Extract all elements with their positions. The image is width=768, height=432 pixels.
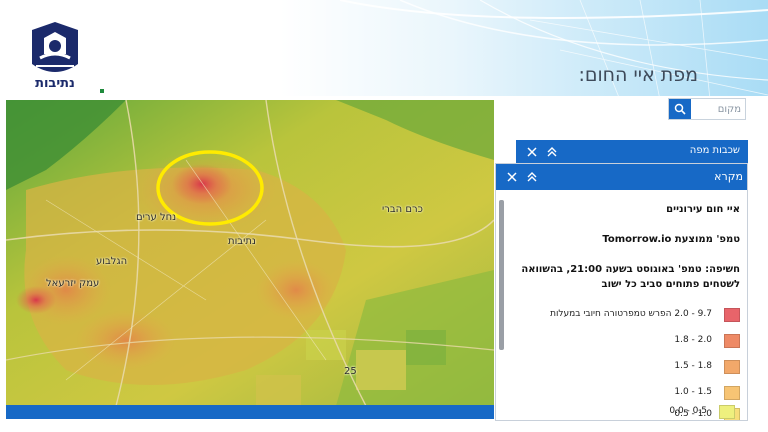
heat-map-canvas[interactable] — [6, 100, 494, 406]
heat-map[interactable]: נתיבות נחל ערים כרם הברי עמק יזרעאל הגלב… — [6, 100, 494, 406]
legend-layer-name: איי חום עירוניים — [666, 204, 740, 215]
legend-item-label: 1.8 - 1.5 — [674, 361, 712, 371]
search-icon — [674, 103, 686, 115]
legend-item: 1.5 - 1.0 — [508, 386, 740, 402]
page-title: מפת איי החום: — [578, 64, 698, 86]
legend-item-label: 1.5 - 1.0 — [674, 387, 712, 397]
layers-collapse-button[interactable] — [544, 144, 560, 160]
decorative-dot — [100, 89, 104, 93]
legend-item: 9.7 - 2.0 הפרש טמפרטורה חיובי במעלות — [508, 308, 740, 324]
legend-panel: מקרא איי חום עירוניים טמפ' ממוצעת Tomorr… — [495, 163, 748, 421]
legend-swatch — [724, 360, 740, 374]
heat-island-map-page: נתיבות מפת איי החום: נתיבות נחל ערים כרם… — [0, 0, 768, 432]
legend-item-label: 9.7 - 2.0 הפרש טמפרטורה חיובי במעלות — [550, 309, 712, 319]
map-label-sw2: הגלבוע — [96, 256, 128, 267]
layers-close-button[interactable] — [524, 144, 540, 160]
map-label-north: נחל ערים — [136, 212, 177, 223]
legend-description: חשיפה: טמפ' באוגוסט בשעה 21:00, בהשוואה … — [521, 264, 740, 290]
map-label-sw1: עמק יזרעאל — [46, 278, 100, 289]
chevron-double-up-icon — [547, 147, 557, 157]
map-bottom-bar — [6, 405, 494, 419]
search-button[interactable] — [669, 99, 691, 119]
legend-swatch — [724, 386, 740, 400]
legend-item-label: 0.5 - 0.0 — [669, 406, 707, 416]
legend-close-button[interactable] — [504, 169, 520, 185]
legend-item: 0.5 - 0.0 — [507, 405, 739, 421]
legend-panel-header: מקרא — [496, 164, 747, 190]
close-icon — [507, 172, 517, 182]
map-label-city: נתיבות — [228, 236, 256, 247]
layers-panel-header: שכבות מפה — [516, 140, 748, 164]
legend-body: איי חום עירוניים טמפ' ממוצעת Tomorrow.io… — [508, 190, 744, 420]
legend-item: 2.0 - 1.8 — [508, 334, 740, 350]
legend-item: 1.8 - 1.5 — [508, 360, 740, 376]
legend-panel-title: מקרא — [714, 170, 743, 183]
logo-text: נתיבות — [35, 76, 75, 91]
map-label-east: כרם הברי — [382, 204, 423, 215]
legend-item-label: 2.0 - 1.8 — [674, 335, 712, 345]
legend-swatch — [724, 334, 740, 348]
legend-swatch — [724, 308, 740, 322]
legend-collapse-button[interactable] — [524, 169, 540, 185]
legend-swatch — [719, 405, 735, 419]
legend-scrollbar[interactable] — [499, 200, 504, 350]
header: נתיבות מפת איי החום: — [0, 0, 768, 100]
chevron-double-up-icon — [527, 172, 537, 182]
layers-panel-title: שכבות מפה — [689, 145, 740, 156]
search-input[interactable] — [691, 99, 745, 119]
close-icon — [527, 147, 537, 157]
map-label-road: 25 — [344, 366, 357, 377]
search-box — [668, 98, 746, 120]
legend-source: טמפ' ממוצעת Tomorrow.io — [602, 234, 740, 245]
